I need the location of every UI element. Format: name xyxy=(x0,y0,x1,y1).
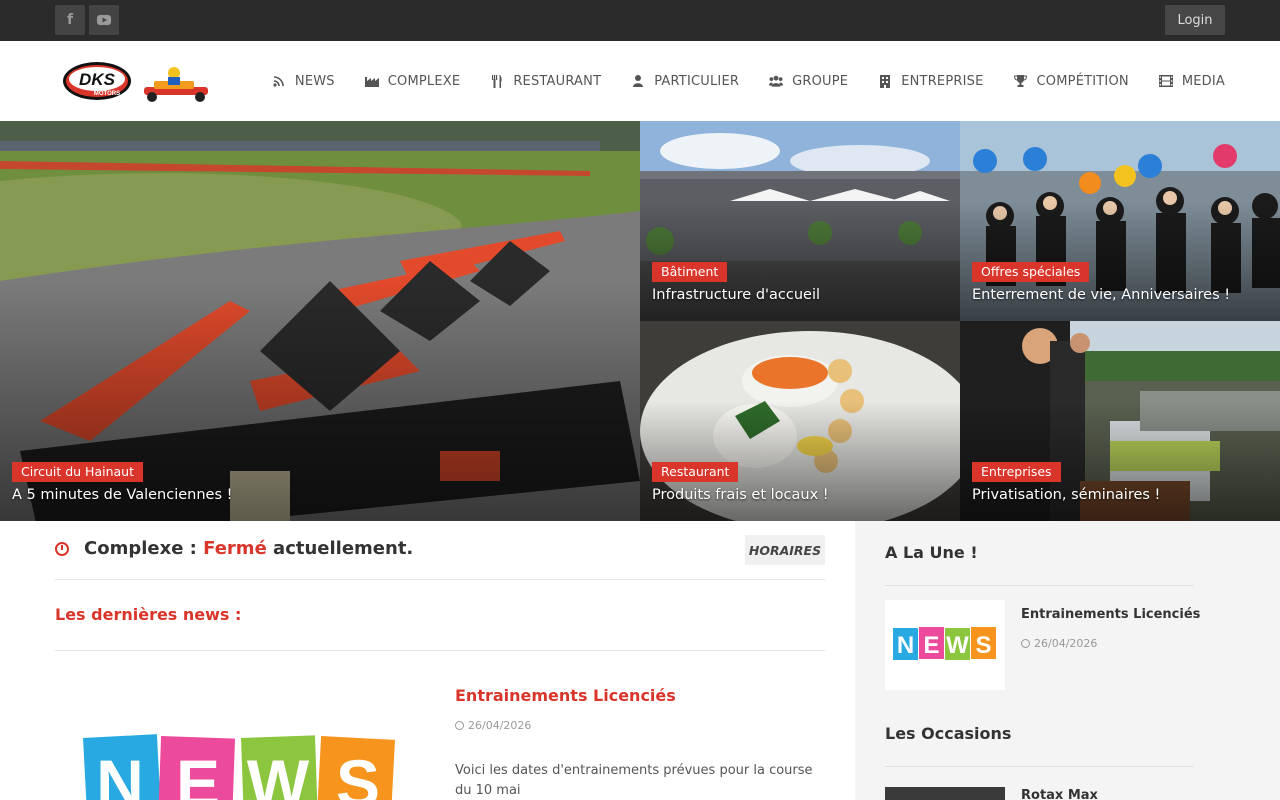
youtube-glyph xyxy=(97,15,111,25)
dks-motors-logo[interactable]: DKS MOTORS xyxy=(62,59,212,103)
nav-media-label: MEDIA xyxy=(1181,73,1225,89)
divider xyxy=(885,585,1194,586)
a-la-une-heading: A La Une ! xyxy=(885,543,978,562)
hero-tile-offres[interactable]: Offres spéciales Enterrement de vie, Ann… xyxy=(960,121,1280,321)
status-suffix: actuellement. xyxy=(266,538,414,559)
clock-icon xyxy=(55,542,69,556)
svg-text:W: W xyxy=(946,632,969,659)
hero-badge: Entreprises xyxy=(972,462,1061,482)
login-button[interactable]: Login xyxy=(1165,5,1225,35)
svg-text:S: S xyxy=(336,746,380,800)
nav-competition[interactable]: COMPÉTITION xyxy=(1014,74,1129,89)
status-state: Fermé xyxy=(203,538,267,559)
hero-badge: Restaurant xyxy=(652,462,739,482)
hero-caption: Enterrement de vie, Anniversaires ! xyxy=(972,287,1231,303)
film-icon xyxy=(1158,75,1173,87)
hero-caption: Privatisation, séminaires ! xyxy=(972,487,1161,503)
svg-text:E: E xyxy=(923,632,939,659)
news-thumbnail[interactable]: N E W S xyxy=(55,680,425,800)
news-heading: Les dernières news : xyxy=(55,605,242,624)
nav-restaurant[interactable]: RESTAURANT xyxy=(490,74,601,89)
svg-text:E: E xyxy=(176,746,220,800)
facebook-icon[interactable]: f xyxy=(55,5,85,35)
svg-text:W: W xyxy=(247,746,310,800)
hero-caption: Infrastructure d'accueil xyxy=(652,287,821,303)
clock-icon xyxy=(1021,639,1030,648)
rss-icon xyxy=(272,75,286,87)
occasion-thumbnail[interactable] xyxy=(885,787,1005,800)
status-text: Complexe : Fermé actuellement. xyxy=(84,538,413,559)
svg-text:DKS: DKS xyxy=(79,70,116,89)
complex-status: Complexe : Fermé actuellement. HORAIRES xyxy=(55,534,825,566)
nav-competition-label: COMPÉTITION xyxy=(1036,73,1129,89)
group-icon xyxy=(769,75,784,87)
main-nav: NEWS COMPLEXE RESTAURANT PARTICULIER GRO… xyxy=(242,41,1225,121)
news-title[interactable]: Entrainements Licenciés xyxy=(455,686,676,705)
hero-shade xyxy=(960,401,1280,521)
divider xyxy=(885,766,1194,767)
a-la-une-thumbnail[interactable]: N E W S xyxy=(885,600,1005,690)
nav-particulier[interactable]: PARTICULIER xyxy=(631,74,739,89)
sidebar: A La Une ! N E W S Entrainements Licenci… xyxy=(855,521,1280,800)
nav-entreprise-label: ENTREPRISE xyxy=(901,73,984,89)
svg-text:S: S xyxy=(975,632,991,659)
nav-complexe-label: COMPLEXE xyxy=(387,73,461,89)
nav-groupe-label: GROUPE xyxy=(792,73,849,89)
hero-tile-entreprises[interactable]: Entreprises Privatisation, séminaires ! xyxy=(960,321,1280,521)
divider xyxy=(55,650,825,651)
nav-entreprise[interactable]: ENTREPRISE xyxy=(878,74,983,89)
hero-shade xyxy=(640,201,960,321)
clock-icon xyxy=(455,721,464,730)
nav-restaurant-label: RESTAURANT xyxy=(513,73,602,89)
hero-tile-circuit[interactable]: Circuit du Hainaut A 5 minutes de Valenc… xyxy=(0,121,640,521)
hero-caption: Produits frais et locaux ! xyxy=(652,487,829,503)
nav-complexe[interactable]: COMPLEXE xyxy=(364,73,461,89)
hero-tile-batiment[interactable]: Bâtiment Infrastructure d'accueil xyxy=(640,121,960,321)
facebook-glyph: f xyxy=(66,12,74,28)
trophy-icon xyxy=(1014,75,1028,87)
youtube-icon[interactable] xyxy=(89,5,119,35)
news-excerpt: Voici les dates d'entrainements prévues … xyxy=(455,763,813,798)
hero-shade xyxy=(0,281,640,521)
user-icon xyxy=(631,75,645,87)
hero-shade xyxy=(640,401,960,521)
hero-badge: Circuit du Hainaut xyxy=(12,462,143,482)
hero-tile-restaurant[interactable]: Restaurant Produits frais et locaux ! xyxy=(640,321,960,521)
a-la-une-date-text: 26/04/2026 xyxy=(1034,637,1098,650)
factory-icon xyxy=(364,75,379,87)
news-logo-image: N E W S xyxy=(893,627,996,660)
nav-groupe[interactable]: GROUPE xyxy=(769,74,848,89)
news-date-text: 26/04/2026 xyxy=(468,719,532,732)
nav-media[interactable]: MEDIA xyxy=(1158,73,1225,89)
news-date: 26/04/2026 xyxy=(455,719,531,732)
nav-news-label: NEWS xyxy=(294,73,335,89)
hero-badge: Offres spéciales xyxy=(972,262,1090,282)
status-prefix: Complexe : xyxy=(84,538,204,559)
building-icon xyxy=(878,74,892,88)
svg-text:MOTORS: MOTORS xyxy=(94,91,120,97)
hero-shade xyxy=(960,201,1280,321)
cutlery-icon xyxy=(490,74,504,88)
top-bar: f Login xyxy=(0,0,1280,41)
nav-news[interactable]: NEWS xyxy=(272,74,335,89)
divider xyxy=(55,579,825,580)
news-logo-image: N E W S xyxy=(83,734,396,800)
occasions-heading: Les Occasions xyxy=(885,724,1012,743)
svg-text:N: N xyxy=(96,746,144,800)
a-la-une-date: 26/04/2026 xyxy=(1021,637,1097,650)
horaires-button[interactable]: HORAIRES xyxy=(745,535,825,565)
nav-particulier-label: PARTICULIER xyxy=(654,73,740,89)
hero-caption: A 5 minutes de Valenciennes ! xyxy=(12,487,233,503)
a-la-une-title[interactable]: Entrainements Licenciés xyxy=(1021,607,1200,622)
hero-badge: Bâtiment xyxy=(652,262,728,282)
occasion-title[interactable]: Rotax Max xyxy=(1021,788,1098,800)
site-header: DKS MOTORS NEWS COMPLEXE RESTAURANT PART… xyxy=(0,41,1280,121)
svg-text:N: N xyxy=(897,632,914,659)
